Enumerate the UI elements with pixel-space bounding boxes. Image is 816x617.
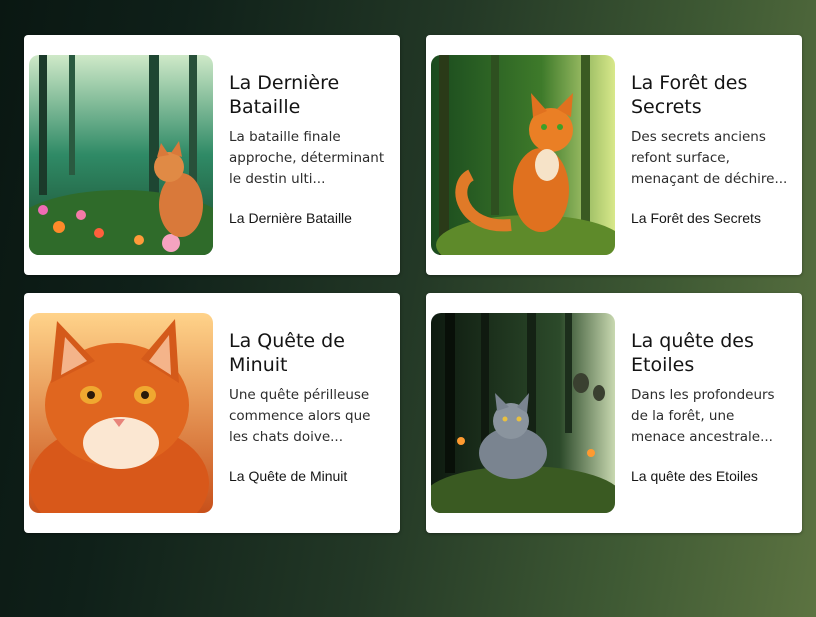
story-description: Des secrets anciens refont surface, mena… bbox=[631, 129, 788, 187]
story-image[interactable] bbox=[431, 313, 615, 513]
story-card[interactable]: La Forêt des Secrets Des secrets anciens… bbox=[426, 35, 802, 275]
story-link[interactable]: La Dernière Bataille bbox=[229, 210, 352, 226]
story-description: La bataille finale approche, déterminant… bbox=[229, 129, 385, 187]
story-link[interactable]: La quête des Etoiles bbox=[631, 468, 758, 484]
story-image[interactable] bbox=[29, 55, 213, 255]
story-description: Dans les profondeurs de la forêt, une me… bbox=[631, 387, 775, 445]
grey-cat-dark-forest-icon bbox=[431, 313, 615, 513]
story-title: La quête des Etoiles bbox=[631, 330, 754, 376]
ginger-cat-forest-flowers-icon bbox=[29, 55, 213, 255]
orange-cat-portrait-icon bbox=[29, 313, 213, 513]
story-description: Une quête périlleuse commence alors que … bbox=[229, 387, 371, 445]
story-link[interactable]: La Quête de Minuit bbox=[229, 468, 347, 484]
story-card[interactable]: La quête des Etoiles Dans les profondeur… bbox=[426, 293, 802, 533]
story-card[interactable]: La Dernière Bataille La bataille finale … bbox=[24, 35, 400, 275]
story-title: La Dernière Bataille bbox=[229, 72, 340, 118]
story-card[interactable]: La Quête de Minuit Une quête périlleuse … bbox=[24, 293, 400, 533]
orange-cat-on-mossy-rock-icon bbox=[431, 55, 615, 255]
story-title: La Forêt des Secrets bbox=[631, 72, 748, 118]
story-image[interactable] bbox=[29, 313, 213, 513]
story-image[interactable] bbox=[431, 55, 615, 255]
story-title: La Quête de Minuit bbox=[229, 330, 345, 376]
story-link[interactable]: La Forêt des Secrets bbox=[631, 210, 761, 226]
